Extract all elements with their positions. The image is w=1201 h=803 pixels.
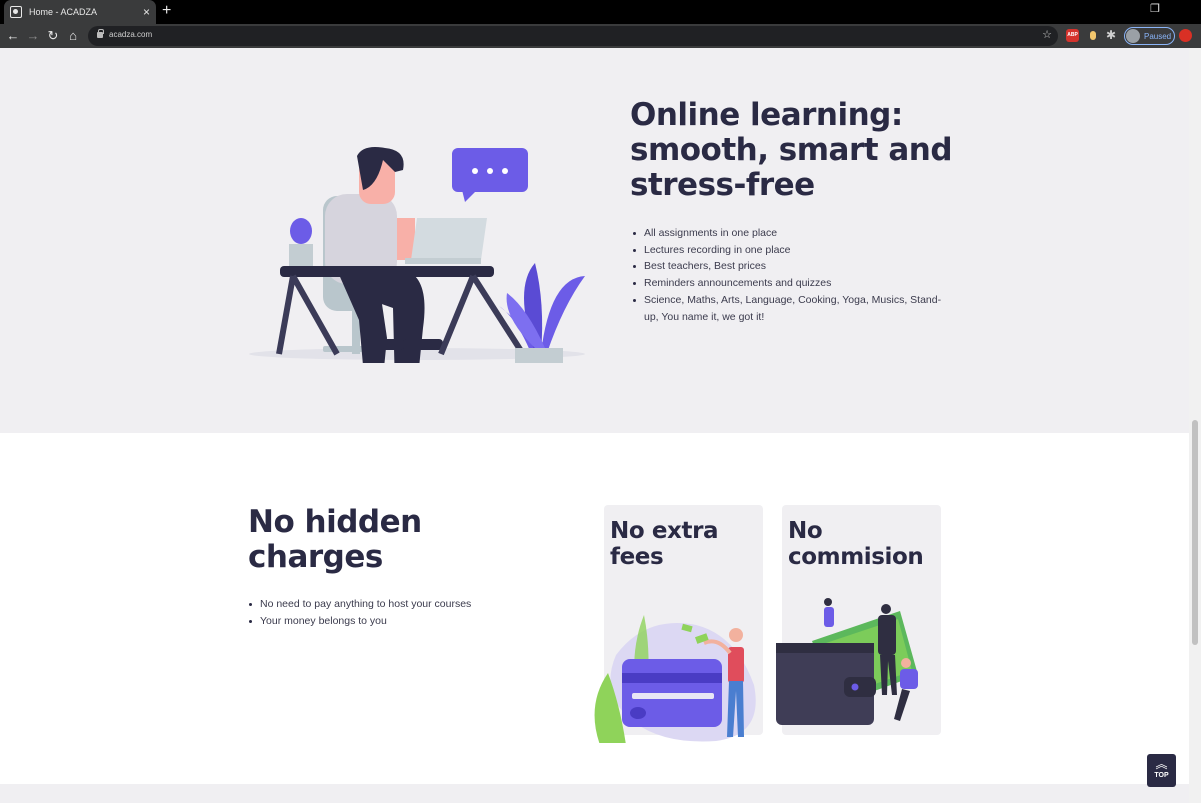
avatar [1126,29,1140,43]
home-icon[interactable]: ⌂ [65,28,81,44]
extension-icon[interactable] [1087,29,1100,42]
no-extra-fees-card: No extra fees [594,505,763,743]
feature-list: All assignments in one place Lectures re… [632,225,952,325]
pricing-title: No hidden charges [248,504,422,575]
back-to-top-button[interactable]: ︽ TOP [1147,754,1176,787]
feature-item: Reminders announcements and quizzes [632,275,952,292]
double-chevron-up-icon: ︽ [1155,757,1168,771]
address-bar[interactable]: acadza.com ☆ [88,26,1058,46]
online-learning-section: Online learning: smooth, smart and stres… [0,48,1189,433]
site-favicon-icon [10,6,22,18]
url-text[interactable]: acadza.com [109,30,152,39]
bookmark-star-icon[interactable]: ☆ [1042,28,1052,41]
pricing-point: No need to pay anything to host your cou… [248,596,548,613]
tab-title: Home - ACADZA [29,7,98,17]
feature-item: Science, Maths, Arts, Language, Cooking,… [632,292,952,325]
reload-icon[interactable]: ↻ [45,28,61,44]
next-section-edge [0,784,1189,803]
card-title: No extra fees [610,518,719,570]
restore-window-icon[interactable]: ❐ [1150,2,1160,15]
back-to-top-label: TOP [1154,772,1169,779]
extension-menu-icon[interactable] [1179,29,1192,42]
forward-icon[interactable]: → [25,28,41,44]
no-hidden-charges-section: No hidden charges No need to pay anythin… [0,433,1189,784]
profile-status: Paused [1144,31,1172,41]
scrollbar-thumb[interactable] [1192,420,1198,645]
credit-card-illustration [594,615,756,743]
wallet-illustration [776,598,918,725]
profile-button[interactable]: Paused [1124,27,1175,45]
feature-item: Lectures recording in one place [632,242,952,259]
lock-icon[interactable] [97,29,104,38]
no-commission-card: No commision [776,505,941,735]
hero-title: Online learning: smooth, smart and stres… [630,97,953,203]
pricing-point-list: No need to pay anything to host your cou… [248,596,548,629]
browser-tab-bar: Home - ACADZA × + ❐ ─ ✕ [0,0,1201,24]
extensions-puzzle-icon[interactable]: ✱ [1106,29,1119,42]
page-content: Online learning: smooth, smart and stres… [0,48,1189,803]
browser-toolbar: ← → ↻ ⌂ acadza.com ☆ ABP ✱ Paused [0,24,1201,48]
feature-item: Best teachers, Best prices [632,258,952,275]
new-tab-button[interactable]: + [162,3,171,19]
pricing-point: Your money belongs to you [248,613,548,630]
feature-item: All assignments in one place [632,225,952,242]
tab-close-icon[interactable]: × [143,6,150,18]
browser-tab[interactable]: Home - ACADZA × [4,0,156,24]
adblock-extension-icon[interactable]: ABP [1066,29,1079,42]
page-scrollbar[interactable] [1189,48,1201,803]
card-title: No commision [788,518,924,570]
person-at-desk-illustration [249,147,585,363]
back-icon[interactable]: ← [5,28,21,44]
